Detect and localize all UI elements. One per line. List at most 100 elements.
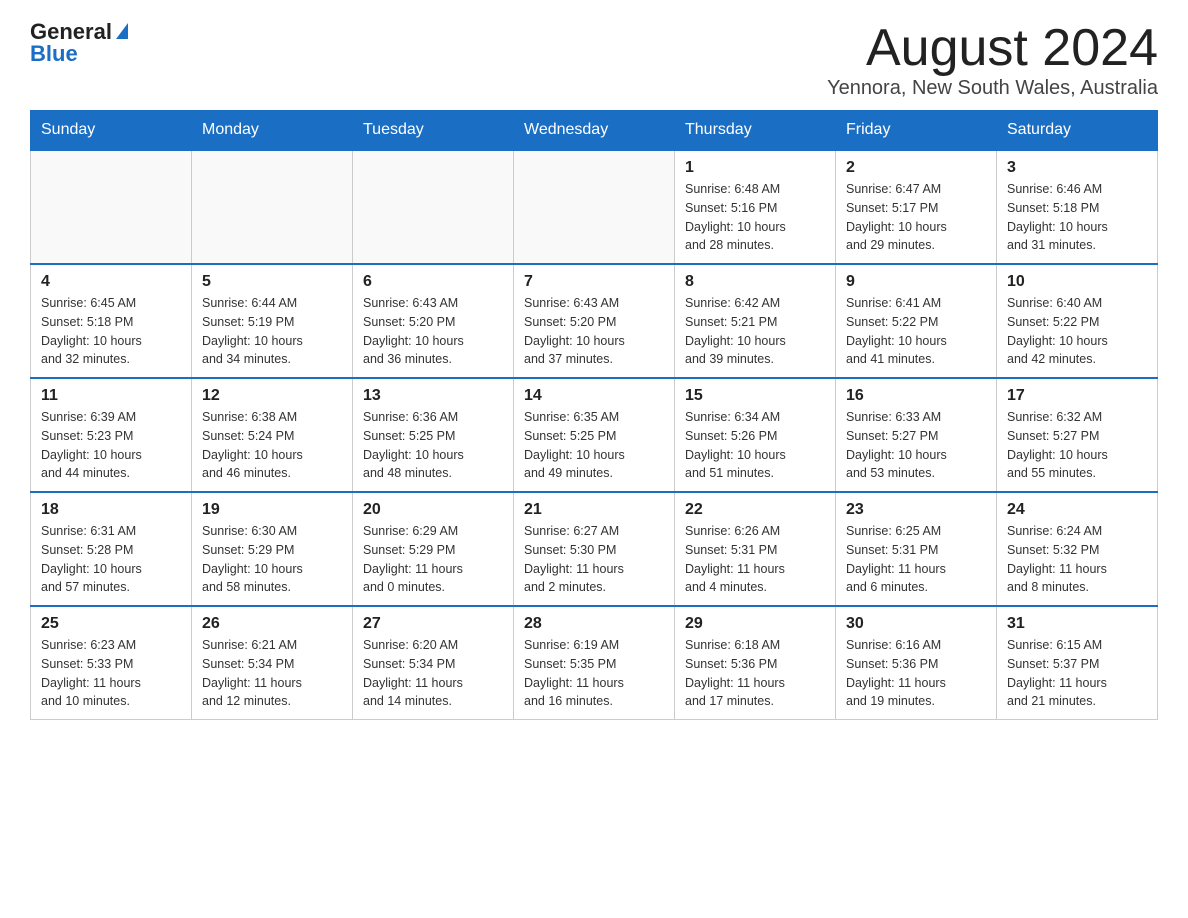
calendar-cell: 18 Sunrise: 6:31 AM Sunset: 5:28 PM Dayli…: [31, 492, 192, 606]
day-number: 29: [685, 615, 825, 633]
calendar-cell: [514, 150, 675, 264]
day-info: Sunrise: 6:32 AM Sunset: 5:27 PM Dayligh…: [1007, 408, 1147, 483]
day-number: 27: [363, 615, 503, 633]
day-info: Sunrise: 6:18 AM Sunset: 5:36 PM Dayligh…: [685, 636, 825, 711]
day-number: 8: [685, 273, 825, 291]
calendar-cell: [31, 150, 192, 264]
col-header-thursday: Thursday: [675, 111, 836, 151]
day-info: Sunrise: 6:46 AM Sunset: 5:18 PM Dayligh…: [1007, 180, 1147, 255]
calendar-cell: 11 Sunrise: 6:39 AM Sunset: 5:23 PM Dayli…: [31, 378, 192, 492]
day-info: Sunrise: 6:44 AM Sunset: 5:19 PM Dayligh…: [202, 294, 342, 369]
logo: General Blue: [30, 20, 128, 66]
day-info: Sunrise: 6:36 AM Sunset: 5:25 PM Dayligh…: [363, 408, 503, 483]
week-row-4: 18 Sunrise: 6:31 AM Sunset: 5:28 PM Dayli…: [31, 492, 1158, 606]
calendar-cell: 16 Sunrise: 6:33 AM Sunset: 5:27 PM Dayli…: [836, 378, 997, 492]
col-header-sunday: Sunday: [31, 111, 192, 151]
day-number: 25: [41, 615, 181, 633]
month-title: August 2024: [827, 20, 1158, 77]
calendar-header-row: SundayMondayTuesdayWednesdayThursdayFrid…: [31, 111, 1158, 151]
calendar-cell: 12 Sunrise: 6:38 AM Sunset: 5:24 PM Dayli…: [192, 378, 353, 492]
day-info: Sunrise: 6:31 AM Sunset: 5:28 PM Dayligh…: [41, 522, 181, 597]
calendar-cell: [192, 150, 353, 264]
calendar-cell: 29 Sunrise: 6:18 AM Sunset: 5:36 PM Dayli…: [675, 606, 836, 720]
col-header-friday: Friday: [836, 111, 997, 151]
calendar-cell: 6 Sunrise: 6:43 AM Sunset: 5:20 PM Daylig…: [353, 264, 514, 378]
day-number: 15: [685, 387, 825, 405]
day-number: 22: [685, 501, 825, 519]
day-number: 7: [524, 273, 664, 291]
calendar-cell: 26Sunrise: 6:21 AM Sunset: 5:34 PM Dayli…: [192, 606, 353, 720]
day-number: 13: [363, 387, 503, 405]
logo-triangle-icon: [116, 23, 128, 39]
calendar-cell: 27Sunrise: 6:20 AM Sunset: 5:34 PM Dayli…: [353, 606, 514, 720]
day-number: 1: [685, 159, 825, 177]
day-info: Sunrise: 6:27 AM Sunset: 5:30 PM Dayligh…: [524, 522, 664, 597]
day-info: Sunrise: 6:40 AM Sunset: 5:22 PM Dayligh…: [1007, 294, 1147, 369]
day-number: 12: [202, 387, 342, 405]
day-number: 11: [41, 387, 181, 405]
day-number: 28: [524, 615, 664, 633]
calendar-cell: 20 Sunrise: 6:29 AM Sunset: 5:29 PM Dayli…: [353, 492, 514, 606]
day-info: Sunrise: 6:26 AM Sunset: 5:31 PM Dayligh…: [685, 522, 825, 597]
location-title: Yennora, New South Wales, Australia: [827, 77, 1158, 100]
day-number: 10: [1007, 273, 1147, 291]
week-row-1: 1 Sunrise: 6:48 AM Sunset: 5:16 PM Daylig…: [31, 150, 1158, 264]
calendar-cell: 21 Sunrise: 6:27 AM Sunset: 5:30 PM Dayli…: [514, 492, 675, 606]
day-info: Sunrise: 6:43 AM Sunset: 5:20 PM Dayligh…: [363, 294, 503, 369]
day-number: 26: [202, 615, 342, 633]
day-number: 30: [846, 615, 986, 633]
day-info: Sunrise: 6:33 AM Sunset: 5:27 PM Dayligh…: [846, 408, 986, 483]
calendar-cell: 15 Sunrise: 6:34 AM Sunset: 5:26 PM Dayli…: [675, 378, 836, 492]
day-info: Sunrise: 6:16 AM Sunset: 5:36 PM Dayligh…: [846, 636, 986, 711]
logo-text-blue: Blue: [30, 42, 128, 66]
calendar-cell: 3 Sunrise: 6:46 AM Sunset: 5:18 PM Daylig…: [997, 150, 1158, 264]
day-number: 3: [1007, 159, 1147, 177]
day-number: 5: [202, 273, 342, 291]
day-info: Sunrise: 6:19 AM Sunset: 5:35 PM Dayligh…: [524, 636, 664, 711]
calendar-cell: 19 Sunrise: 6:30 AM Sunset: 5:29 PM Dayli…: [192, 492, 353, 606]
calendar-cell: 10 Sunrise: 6:40 AM Sunset: 5:22 PM Dayli…: [997, 264, 1158, 378]
calendar-cell: 22 Sunrise: 6:26 AM Sunset: 5:31 PM Dayli…: [675, 492, 836, 606]
day-info: Sunrise: 6:24 AM Sunset: 5:32 PM Dayligh…: [1007, 522, 1147, 597]
calendar-cell: 17Sunrise: 6:32 AM Sunset: 5:27 PM Dayli…: [997, 378, 1158, 492]
day-number: 21: [524, 501, 664, 519]
day-info: Sunrise: 6:39 AM Sunset: 5:23 PM Dayligh…: [41, 408, 181, 483]
calendar-cell: 23Sunrise: 6:25 AM Sunset: 5:31 PM Dayli…: [836, 492, 997, 606]
week-row-3: 11 Sunrise: 6:39 AM Sunset: 5:23 PM Dayli…: [31, 378, 1158, 492]
calendar-cell: 8 Sunrise: 6:42 AM Sunset: 5:21 PM Daylig…: [675, 264, 836, 378]
calendar-cell: 13 Sunrise: 6:36 AM Sunset: 5:25 PM Dayli…: [353, 378, 514, 492]
day-info: Sunrise: 6:30 AM Sunset: 5:29 PM Dayligh…: [202, 522, 342, 597]
col-header-saturday: Saturday: [997, 111, 1158, 151]
calendar-cell: 30 Sunrise: 6:16 AM Sunset: 5:36 PM Dayli…: [836, 606, 997, 720]
day-info: Sunrise: 6:34 AM Sunset: 5:26 PM Dayligh…: [685, 408, 825, 483]
day-info: Sunrise: 6:42 AM Sunset: 5:21 PM Dayligh…: [685, 294, 825, 369]
day-number: 9: [846, 273, 986, 291]
day-number: 20: [363, 501, 503, 519]
day-info: Sunrise: 6:38 AM Sunset: 5:24 PM Dayligh…: [202, 408, 342, 483]
calendar-cell: 5 Sunrise: 6:44 AM Sunset: 5:19 PM Daylig…: [192, 264, 353, 378]
day-number: 23: [846, 501, 986, 519]
col-header-wednesday: Wednesday: [514, 111, 675, 151]
day-info: Sunrise: 6:47 AM Sunset: 5:17 PM Dayligh…: [846, 180, 986, 255]
day-info: Sunrise: 6:43 AM Sunset: 5:20 PM Dayligh…: [524, 294, 664, 369]
page-header: General Blue August 2024 Yennora, New So…: [30, 20, 1158, 100]
day-number: 14: [524, 387, 664, 405]
day-number: 6: [363, 273, 503, 291]
calendar-cell: 7 Sunrise: 6:43 AM Sunset: 5:20 PM Daylig…: [514, 264, 675, 378]
calendar-cell: 28 Sunrise: 6:19 AM Sunset: 5:35 PM Dayli…: [514, 606, 675, 720]
week-row-2: 4Sunrise: 6:45 AM Sunset: 5:18 PM Daylig…: [31, 264, 1158, 378]
calendar-cell: 14Sunrise: 6:35 AM Sunset: 5:25 PM Dayli…: [514, 378, 675, 492]
calendar-cell: 4Sunrise: 6:45 AM Sunset: 5:18 PM Daylig…: [31, 264, 192, 378]
day-info: Sunrise: 6:29 AM Sunset: 5:29 PM Dayligh…: [363, 522, 503, 597]
day-info: Sunrise: 6:48 AM Sunset: 5:16 PM Dayligh…: [685, 180, 825, 255]
day-number: 18: [41, 501, 181, 519]
day-info: Sunrise: 6:45 AM Sunset: 5:18 PM Dayligh…: [41, 294, 181, 369]
week-row-5: 25Sunrise: 6:23 AM Sunset: 5:33 PM Dayli…: [31, 606, 1158, 720]
day-number: 24: [1007, 501, 1147, 519]
day-info: Sunrise: 6:41 AM Sunset: 5:22 PM Dayligh…: [846, 294, 986, 369]
calendar-table: SundayMondayTuesdayWednesdayThursdayFrid…: [30, 110, 1158, 720]
day-number: 31: [1007, 615, 1147, 633]
day-number: 19: [202, 501, 342, 519]
day-number: 16: [846, 387, 986, 405]
calendar-cell: 2Sunrise: 6:47 AM Sunset: 5:17 PM Daylig…: [836, 150, 997, 264]
